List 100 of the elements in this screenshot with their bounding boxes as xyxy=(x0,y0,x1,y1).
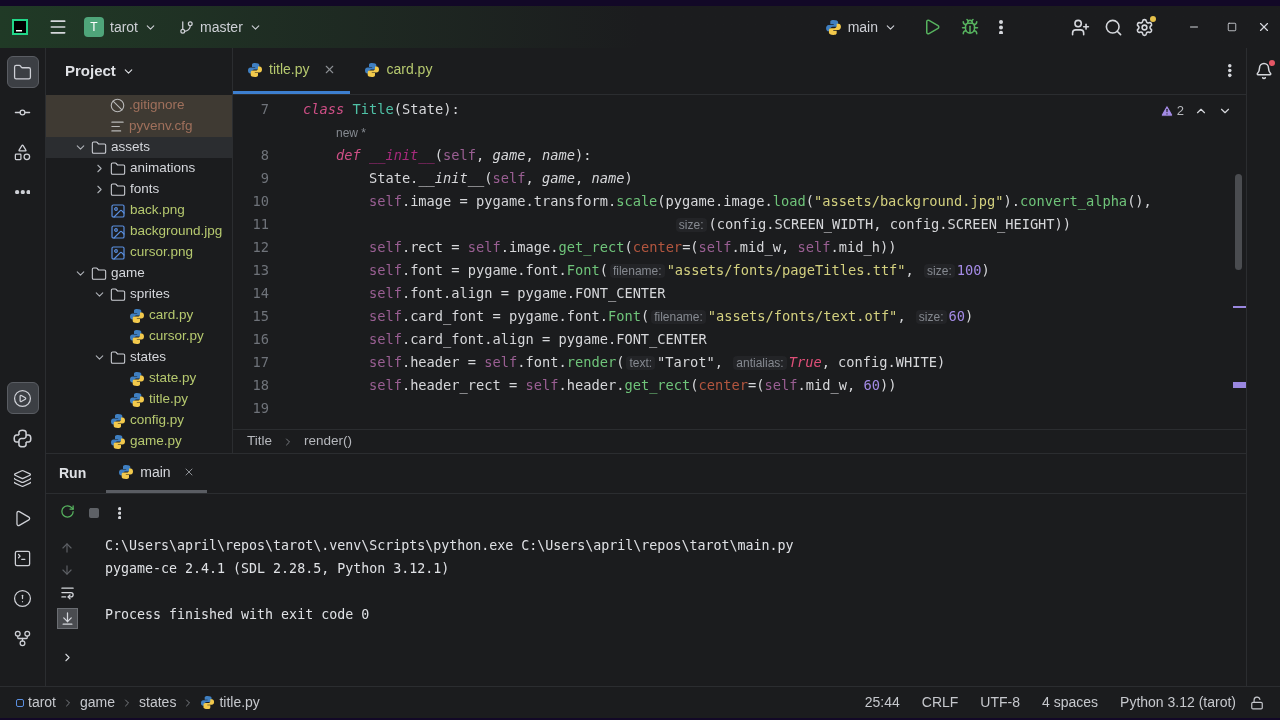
rerun-button[interactable] xyxy=(59,504,75,519)
tree-item[interactable]: cursor.png xyxy=(46,242,232,263)
warning-marker xyxy=(1233,306,1246,308)
tree-item[interactable]: animations xyxy=(46,158,232,179)
line-number: 14 xyxy=(251,284,270,304)
python-icon xyxy=(110,433,126,450)
code-line: self.font.align = pygame.FONT_CENTER xyxy=(368,285,666,302)
status-item[interactable]: Python 3.12 (tarot) xyxy=(1120,692,1236,713)
tree-item[interactable]: back.png xyxy=(46,200,232,221)
line-number: 10 xyxy=(251,192,270,212)
python-icon xyxy=(129,370,145,387)
line-number: 18 xyxy=(251,376,270,396)
layers-icon xyxy=(13,468,32,488)
soft-wrap-button[interactable] xyxy=(59,585,75,600)
python-icon xyxy=(247,61,263,78)
folder-icon xyxy=(110,349,126,366)
editor-tab[interactable]: title.py xyxy=(233,48,351,94)
image-file-icon xyxy=(110,202,126,219)
path-item[interactable]: game xyxy=(80,692,116,713)
tree-item[interactable]: cursor.py xyxy=(46,326,232,347)
file-name: cursor.png xyxy=(130,243,194,262)
tree-item[interactable]: background.jpg xyxy=(46,221,232,242)
code-line: State.__init__(self, game, name) xyxy=(368,170,633,187)
scroll-to-end-button[interactable] xyxy=(56,608,78,629)
python-icon xyxy=(129,328,145,345)
more-icon xyxy=(118,506,122,520)
tree-item[interactable]: sprites xyxy=(46,284,232,305)
python-icon xyxy=(118,464,135,480)
tree-item[interactable]: game xyxy=(46,263,232,284)
line-number: 13 xyxy=(251,261,270,281)
warning-counter[interactable]: 2 xyxy=(1159,101,1184,121)
python-icon xyxy=(110,412,126,429)
path-item[interactable]: title.py xyxy=(219,692,260,713)
tree-item[interactable]: game.py xyxy=(46,431,232,452)
code-line: def __init__(self, game, name): xyxy=(335,147,592,164)
path-item[interactable]: states xyxy=(139,692,177,713)
warning-marker xyxy=(1233,382,1246,388)
shapes-icon xyxy=(13,142,32,162)
line-number: 11 xyxy=(251,215,270,235)
code-line: self.font = pygame.font.Font( filename: "assets/fonts/pageTitles.ttf", size: 100) xyxy=(368,262,990,279)
more-button[interactable] xyxy=(118,506,122,520)
ignored-file-icon xyxy=(110,98,125,113)
line-number: 19 xyxy=(251,399,270,419)
code-line: self.image = pygame.transform.scale(pygame.image.load("assets/background.jpg").convert_alpha(), xyxy=(368,193,1152,210)
branch-selector[interactable]: master xyxy=(179,16,262,38)
breadcrumb-item[interactable]: render() xyxy=(304,431,353,452)
stop-icon xyxy=(88,507,100,519)
more-icon xyxy=(1228,64,1232,78)
line-number: 7 xyxy=(259,100,270,120)
path-item[interactable]: tarot xyxy=(28,692,56,713)
status-item[interactable]: UTF-8 xyxy=(980,692,1020,713)
tree-item[interactable]: fonts xyxy=(46,179,232,200)
run-tool-button[interactable] xyxy=(6,382,39,414)
code-line: class Title(State): xyxy=(303,101,460,118)
folder-icon xyxy=(110,286,126,303)
file-name: .gitignore xyxy=(129,96,185,115)
read-only-toggle[interactable] xyxy=(1250,695,1264,710)
more-icon xyxy=(999,19,1003,35)
bell-icon xyxy=(1254,62,1273,80)
python-icon xyxy=(364,61,381,78)
tree-item[interactable]: assets xyxy=(46,137,232,158)
breadcrumb-item[interactable]: Title xyxy=(247,431,272,452)
status-item[interactable]: 4 spaces xyxy=(1042,692,1099,713)
run-tab[interactable]: main xyxy=(106,454,207,493)
status-item[interactable]: CRLF xyxy=(921,692,959,713)
tree-item[interactable]: card.py xyxy=(46,305,232,326)
console-line: Process finished with exit code 0 xyxy=(105,606,370,624)
code-line: self.rect = self.image.get_rect(center=(self.mid_w, self.mid_h)) xyxy=(368,239,897,256)
tree-item[interactable]: states xyxy=(46,347,232,368)
stop-button[interactable] xyxy=(88,507,100,519)
text-file-icon xyxy=(110,119,125,134)
file-name: back.png xyxy=(130,201,185,220)
line-number: 8 xyxy=(259,146,270,166)
scroll-down-button[interactable] xyxy=(60,563,74,577)
tree-item[interactable]: title.py xyxy=(46,389,232,410)
maximize-icon xyxy=(1227,22,1237,32)
file-name: cursor.py xyxy=(149,327,204,346)
editor-tab[interactable]: card.py xyxy=(350,48,447,94)
line-number: 12 xyxy=(251,238,270,258)
scroll-up-button[interactable] xyxy=(60,541,74,555)
run-config-selector[interactable]: main xyxy=(824,16,897,38)
branch-icon xyxy=(13,628,32,648)
line-number: 16 xyxy=(251,330,270,350)
python-icon xyxy=(129,307,145,324)
python-icon xyxy=(200,695,216,710)
code-line: self.card_font = pygame.font.Font( filename: "assets/fonts/text.otf", size: 60) xyxy=(368,308,974,325)
line-number: 9 xyxy=(259,169,270,189)
tree-item[interactable]: state.py xyxy=(46,368,232,389)
tree-item[interactable]: config.py xyxy=(46,410,232,431)
panel-title: Run xyxy=(59,464,87,483)
folder-tool-button[interactable] xyxy=(6,56,39,88)
tab-options-button[interactable] xyxy=(1228,64,1232,78)
project-panel-title[interactable]: Project xyxy=(65,60,135,83)
project-selector[interactable]: T tarot xyxy=(84,16,157,38)
bug-icon xyxy=(961,18,979,36)
status-item[interactable]: 25:44 xyxy=(864,692,900,713)
scrollbar-thumb[interactable] xyxy=(1235,174,1242,270)
inlay-hint: new * xyxy=(335,126,366,141)
folder-icon xyxy=(110,160,126,177)
line-number: 17 xyxy=(251,353,270,373)
